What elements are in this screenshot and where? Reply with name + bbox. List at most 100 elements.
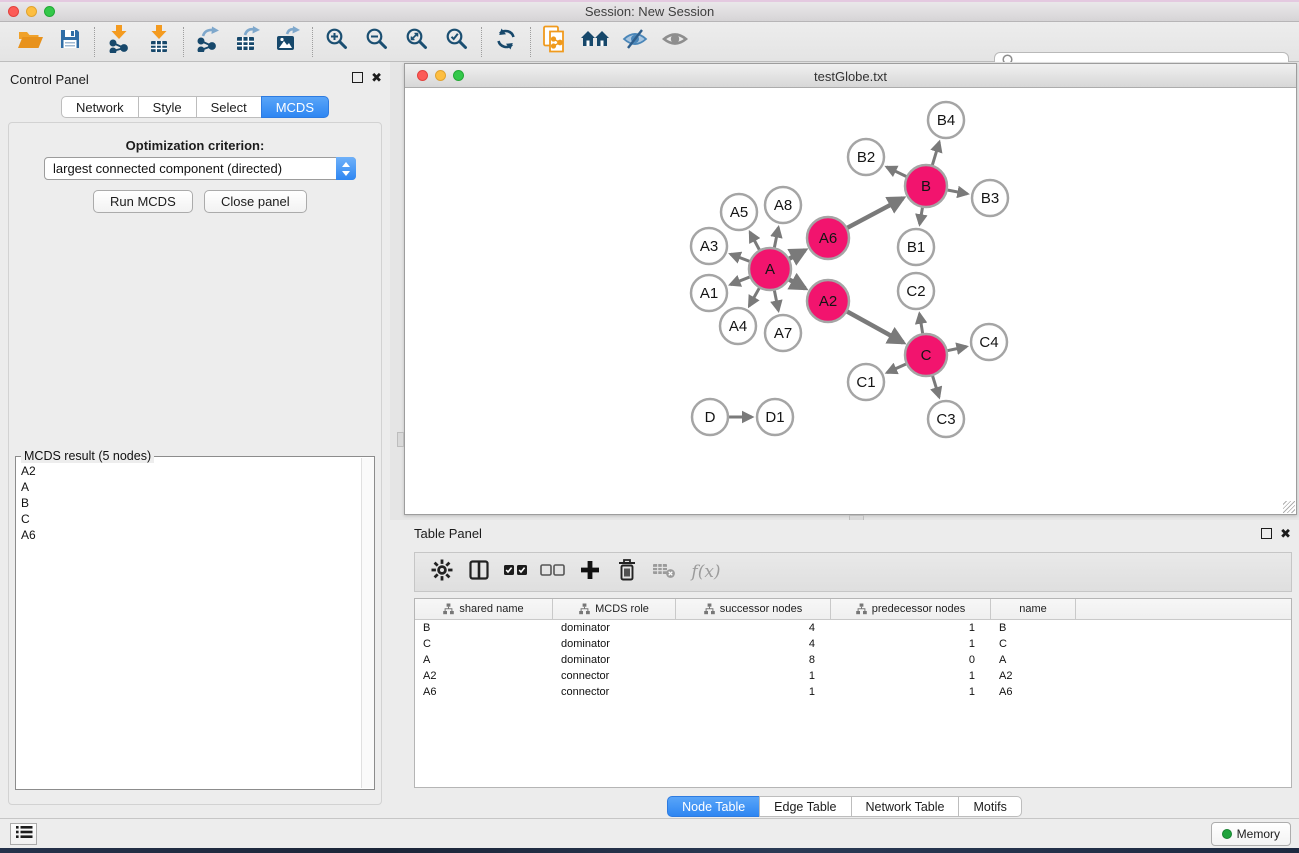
table-row[interactable]: C dominator 4 1 C bbox=[415, 636, 1291, 652]
cell-successor-nodes[interactable]: 8 bbox=[676, 652, 831, 668]
tab-edge-table[interactable]: Edge Table bbox=[759, 796, 851, 817]
cell-name[interactable]: A2 bbox=[991, 668, 1076, 684]
list-item[interactable]: A6 bbox=[21, 527, 374, 543]
edge-A6-B[interactable] bbox=[847, 198, 903, 228]
zoom-fit-button[interactable] bbox=[397, 25, 437, 59]
task-history-button[interactable] bbox=[10, 823, 37, 845]
deselect-all-rows-button[interactable] bbox=[534, 556, 571, 588]
network-window-titlebar[interactable]: testGlobe.txt bbox=[405, 64, 1296, 88]
export-table-button[interactable] bbox=[228, 25, 268, 59]
run-mcds-button[interactable]: Run MCDS bbox=[93, 190, 193, 213]
cell-shared-name[interactable]: A bbox=[415, 652, 553, 668]
edge-A-A5[interactable] bbox=[750, 232, 760, 251]
cell-predecessor-nodes[interactable]: 1 bbox=[831, 636, 991, 652]
edge-A-A7[interactable] bbox=[774, 290, 778, 311]
edge-A-A3[interactable] bbox=[731, 254, 751, 262]
column-header[interactable]: name bbox=[991, 599, 1076, 619]
cell-mcds-role[interactable]: dominator bbox=[553, 636, 676, 652]
table-row[interactable]: A6 connector 1 1 A6 bbox=[415, 684, 1291, 700]
cell-predecessor-nodes[interactable]: 1 bbox=[831, 684, 991, 700]
edge-C-C2[interactable] bbox=[920, 314, 923, 335]
cell-successor-nodes[interactable]: 1 bbox=[676, 668, 831, 684]
column-header[interactable]: shared name bbox=[415, 599, 553, 619]
table-row[interactable]: A dominator 8 0 A bbox=[415, 652, 1291, 668]
edge-A-A4[interactable] bbox=[749, 287, 760, 306]
cell-name[interactable]: A bbox=[991, 652, 1076, 668]
list-item[interactable]: B bbox=[21, 495, 374, 511]
edge-C-C3[interactable] bbox=[932, 375, 939, 397]
column-header[interactable]: MCDS role bbox=[553, 599, 676, 619]
zoom-out-button[interactable] bbox=[357, 25, 397, 59]
create-column-button[interactable] bbox=[571, 556, 608, 588]
edge-A-A8[interactable] bbox=[774, 228, 778, 249]
edge-B-B3[interactable] bbox=[947, 190, 968, 194]
cell-mcds-role[interactable]: dominator bbox=[553, 620, 676, 636]
cell-predecessor-nodes[interactable]: 1 bbox=[831, 620, 991, 636]
tab-node-table[interactable]: Node Table bbox=[667, 796, 760, 817]
cell-name[interactable]: B bbox=[991, 620, 1076, 636]
desktop-vertical-scrollbar[interactable] bbox=[397, 432, 404, 447]
refresh-view-button[interactable] bbox=[486, 25, 526, 59]
save-session-button[interactable] bbox=[50, 25, 90, 59]
column-header[interactable]: successor nodes bbox=[676, 599, 831, 619]
network-canvas[interactable]: B4 B2 B3 B1 A5 A8 A3 A1 A4 A7 C2 C4 C1 C… bbox=[405, 88, 1296, 514]
edge-B-B1[interactable] bbox=[920, 207, 923, 225]
edge-A2-C[interactable] bbox=[846, 311, 903, 342]
delete-column-button[interactable] bbox=[608, 556, 645, 588]
cell-predecessor-nodes[interactable]: 0 bbox=[831, 652, 991, 668]
export-network-button[interactable] bbox=[188, 25, 228, 59]
import-network-button[interactable] bbox=[99, 25, 139, 59]
list-item[interactable]: C bbox=[21, 511, 374, 527]
tab-select[interactable]: Select bbox=[196, 96, 262, 118]
import-table-button[interactable] bbox=[139, 25, 179, 59]
close-panel-icon[interactable]: ✖ bbox=[371, 72, 382, 83]
edge-C-C1[interactable] bbox=[887, 364, 907, 373]
cell-successor-nodes[interactable]: 4 bbox=[676, 636, 831, 652]
edge-A-A6[interactable] bbox=[789, 250, 806, 259]
tab-network[interactable]: Network bbox=[61, 96, 139, 118]
cell-mcds-role[interactable]: dominator bbox=[553, 652, 676, 668]
tab-mcds[interactable]: MCDS bbox=[261, 96, 329, 118]
window-resize-grip[interactable] bbox=[1283, 501, 1295, 513]
criterion-dropdown[interactable]: largest connected component (directed) bbox=[44, 157, 356, 180]
cell-shared-name[interactable]: A2 bbox=[415, 668, 553, 684]
edge-B-B4[interactable] bbox=[932, 142, 939, 166]
cell-name[interactable]: C bbox=[991, 636, 1076, 652]
cell-shared-name[interactable]: C bbox=[415, 636, 553, 652]
show-graphics-details-button[interactable] bbox=[655, 25, 695, 59]
float-panel-icon[interactable] bbox=[352, 72, 363, 83]
cell-shared-name[interactable]: A6 bbox=[415, 684, 553, 700]
cell-mcds-role[interactable]: connector bbox=[553, 668, 676, 684]
table-row[interactable]: A2 connector 1 1 A2 bbox=[415, 668, 1291, 684]
hide-annotations-button[interactable] bbox=[615, 25, 655, 59]
export-image-button[interactable] bbox=[268, 25, 308, 59]
open-session-button[interactable] bbox=[10, 25, 50, 59]
tab-network-table[interactable]: Network Table bbox=[851, 796, 960, 817]
result-scrollbar[interactable] bbox=[361, 458, 374, 788]
zoom-selected-button[interactable] bbox=[437, 25, 477, 59]
close-panel-icon[interactable]: ✖ bbox=[1280, 528, 1291, 539]
delete-table-button[interactable] bbox=[645, 556, 682, 588]
cell-shared-name[interactable]: B bbox=[415, 620, 553, 636]
clone-network-button[interactable] bbox=[535, 25, 575, 59]
edge-A-A2[interactable] bbox=[788, 279, 805, 288]
edge-C-C4[interactable] bbox=[947, 347, 967, 351]
list-item[interactable]: A bbox=[21, 479, 374, 495]
cell-mcds-role[interactable]: connector bbox=[553, 684, 676, 700]
zoom-in-button[interactable] bbox=[317, 25, 357, 59]
edge-B-B2[interactable] bbox=[887, 167, 907, 177]
tab-style[interactable]: Style bbox=[138, 96, 197, 118]
table-row[interactable]: B dominator 4 1 B bbox=[415, 620, 1291, 636]
memory-button[interactable]: Memory bbox=[1211, 822, 1291, 846]
home-layout-button[interactable] bbox=[575, 25, 615, 59]
cell-predecessor-nodes[interactable]: 1 bbox=[831, 668, 991, 684]
tab-motifs[interactable]: Motifs bbox=[958, 796, 1021, 817]
cell-successor-nodes[interactable]: 4 bbox=[676, 620, 831, 636]
column-header[interactable]: predecessor nodes bbox=[831, 599, 991, 619]
table-settings-button[interactable] bbox=[423, 556, 460, 588]
float-panel-icon[interactable] bbox=[1261, 528, 1272, 539]
cell-name[interactable]: A6 bbox=[991, 684, 1076, 700]
cell-successor-nodes[interactable]: 1 bbox=[676, 684, 831, 700]
close-panel-button[interactable]: Close panel bbox=[204, 190, 307, 213]
function-builder-button[interactable]: f(x) bbox=[682, 556, 730, 588]
